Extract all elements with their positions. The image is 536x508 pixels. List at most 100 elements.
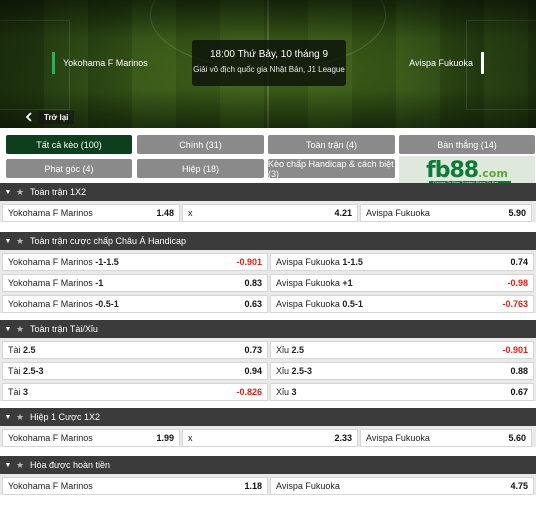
- selection-label: Yokohama F Marinos -0.5-1: [8, 299, 119, 309]
- selection-label: Avispa Fukuoka +1: [276, 278, 353, 288]
- odds-cell-avispa-fukuoka[interactable]: Avispa Fukuoka 0.5-1 -0.763: [270, 295, 534, 313]
- selection-label: Avispa Fukuoka: [276, 481, 340, 491]
- odds-value: -0.98: [507, 278, 528, 288]
- handicap-line: 3: [23, 387, 29, 397]
- handicap-line: 2.5-3: [23, 366, 44, 376]
- odds-value: 1.18: [244, 481, 262, 491]
- star-icon[interactable]: ★: [14, 460, 26, 471]
- fb88-promo-banner[interactable]: fb88.com Games To Play Trusted Place To …: [399, 156, 535, 186]
- odds-row: Tài 2.5 0.73 Xỉu 2.5 -0.901: [2, 341, 534, 359]
- odds-row: Yokohama F Marinos -1-1.5 -0.901 Avispa Fu…: [2, 253, 534, 271]
- tab-all-markets[interactable]: Tất cả kèo (100): [6, 135, 132, 154]
- odds-cell-yokohama-f-marinos[interactable]: Yokohama F Marinos 1.48: [2, 204, 180, 222]
- odds-row: Tài 2.5-3 0.94 Xỉu 2.5-3 0.88: [2, 362, 534, 380]
- odds-cell-yokohama-f-marinos[interactable]: Yokohama F Marinos 1.18: [2, 477, 268, 495]
- market-title: Toàn trận Tài/Xỉu: [30, 324, 98, 334]
- odds-value: 4.75: [510, 481, 528, 491]
- tab-goals[interactable]: Bàn thắng (14): [399, 135, 535, 154]
- odds-cell-xiu[interactable]: Xỉu 2.5-3 0.88: [270, 362, 534, 380]
- tab-handicap[interactable]: Kèo chấp Handicap & cách biệt (3): [268, 159, 395, 179]
- tab-main[interactable]: Chính (31): [137, 135, 264, 154]
- odds-cell-yokohama-f-marinos[interactable]: Yokohama F Marinos -1 0.83: [2, 274, 268, 292]
- star-icon[interactable]: ★: [14, 412, 26, 423]
- market-header[interactable]: ▼ ★ Toàn trận 1X2: [0, 183, 536, 201]
- star-icon[interactable]: ★: [14, 187, 26, 198]
- odds-cell-yokohama-f-marinos[interactable]: Yokohama F Marinos 1.99: [2, 429, 180, 447]
- selection-name: Yokohama F Marinos: [8, 433, 93, 443]
- market-section: ▼ ★ Toàn trận 1X2 Yokohama F Marinos 1.48 x 4.…: [0, 183, 536, 225]
- odds-cell-avispa-fukuoka[interactable]: Avispa Fukuoka 1-1.5 0.74: [270, 253, 534, 271]
- odds-value: 0.63: [244, 299, 262, 309]
- market-section: ▼ ★ Toàn trận Tài/Xỉu Tài 2.5 0.73 Xỉu 2.5 -0.…: [0, 320, 536, 404]
- odds-cell-x[interactable]: x 2.33: [182, 429, 358, 447]
- match-time: 18:00 Thứ Bảy, 10 tháng 9: [209, 49, 329, 60]
- caret-down-icon[interactable]: ▼: [2, 462, 14, 469]
- fb88-logo: fb88.com: [426, 160, 508, 182]
- back-button[interactable]: Trở lại: [22, 110, 75, 124]
- odds-value: 0.94: [244, 366, 262, 376]
- caret-down-icon[interactable]: ▼: [2, 189, 14, 196]
- market-header[interactable]: ▼ ★ Hòa được hoàn tiền: [0, 456, 536, 474]
- odds-value: -0.901: [502, 345, 528, 355]
- odds-row: Yokohama F Marinos -1 0.83 Avispa Fukuoka …: [2, 274, 534, 292]
- handicap-line: -1-1.5: [95, 257, 119, 267]
- market-rows: Yokohama F Marinos 1.48 x 4.21 Avispa Fukuok…: [0, 201, 536, 222]
- odds-row: Yokohama F Marinos 1.18 Avispa Fukuoka 4.75: [2, 477, 534, 495]
- odds-value: 0.88: [510, 366, 528, 376]
- odds-cell-tai[interactable]: Tài 2.5 0.73: [2, 341, 268, 359]
- odds-value: -0.826: [236, 387, 262, 397]
- selection-label: Tài 3: [8, 387, 28, 397]
- selection-label: Avispa Fukuoka 1-1.5: [276, 257, 363, 267]
- star-icon[interactable]: ★: [14, 324, 26, 335]
- odds-cell-avispa-fukuoka[interactable]: Avispa Fukuoka +1 -0.98: [270, 274, 534, 292]
- odds-cell-xiu[interactable]: Xỉu 3 0.67: [270, 383, 534, 401]
- odds-cell-avispa-fukuoka[interactable]: Avispa Fukuoka 5.60: [360, 429, 532, 447]
- odds-cell-x[interactable]: x 4.21: [182, 204, 358, 222]
- market-header[interactable]: ▼ ★ Toàn trận cược chấp Châu Á Handicap: [0, 232, 536, 250]
- selection-label: Yokohama F Marinos: [8, 208, 93, 218]
- odds-value: 0.73: [244, 345, 262, 355]
- odds-cell-tai[interactable]: Tài 2.5-3 0.94: [2, 362, 268, 380]
- selection-name: Avispa Fukuoka: [276, 299, 340, 309]
- selection-label: Avispa Fukuoka 0.5-1: [276, 299, 363, 309]
- market-header[interactable]: ▼ ★ Toàn trận Tài/Xỉu: [0, 320, 536, 338]
- selection-name: x: [188, 208, 193, 218]
- fb88-logo-suffix: .com: [478, 167, 508, 180]
- tab-full-match[interactable]: Toàn trận (4): [268, 135, 395, 154]
- odds-cell-yokohama-f-marinos[interactable]: Yokohama F Marinos -1-1.5 -0.901: [2, 253, 268, 271]
- market-title: Hiệp 1 Cược 1X2: [30, 412, 100, 422]
- odds-value: 4.21: [334, 208, 352, 218]
- market-header[interactable]: ▼ ★ Hiệp 1 Cược 1X2: [0, 408, 536, 426]
- caret-down-icon[interactable]: ▼: [2, 238, 14, 245]
- tab-halves[interactable]: Hiệp (18): [137, 159, 264, 178]
- market-rows: Yokohama F Marinos 1.99 x 2.33 Avispa Fukuok…: [0, 426, 536, 447]
- odds-cell-yokohama-f-marinos[interactable]: Yokohama F Marinos -0.5-1 0.63: [2, 295, 268, 313]
- star-icon[interactable]: ★: [14, 236, 26, 247]
- selection-name: Xỉu: [276, 387, 290, 397]
- selection-label: Yokohama F Marinos -1: [8, 278, 103, 288]
- handicap-line: 0.5-1: [342, 299, 363, 309]
- odds-cell-avispa-fukuoka[interactable]: Avispa Fukuoka 5.90: [360, 204, 532, 222]
- market-rows: Tài 2.5 0.73 Xỉu 2.5 -0.901 Tài 2.5-3 0.94 Xỉu…: [0, 338, 536, 401]
- odds-value: 0.67: [510, 387, 528, 397]
- selection-label: Yokohama F Marinos -1-1.5: [8, 257, 119, 267]
- selection-name: Tài: [8, 387, 21, 397]
- odds-cell-avispa-fukuoka[interactable]: Avispa Fukuoka 4.75: [270, 477, 534, 495]
- selection-label: Avispa Fukuoka: [366, 433, 430, 443]
- selection-name: Avispa Fukuoka: [276, 481, 340, 491]
- handicap-line: 1-1.5: [342, 257, 363, 267]
- odds-value: 1.48: [156, 208, 174, 218]
- match-header: Yokohama F Marinos 18:00 Thứ Bảy, 10 thá…: [0, 0, 536, 128]
- odds-cell-xiu[interactable]: Xỉu 2.5 -0.901: [270, 341, 534, 359]
- away-team-name: Avispa Fukuoka: [409, 52, 484, 74]
- caret-down-icon[interactable]: ▼: [2, 326, 14, 333]
- odds-cell-tai[interactable]: Tài 3 -0.826: [2, 383, 268, 401]
- selection-name: Yokohama F Marinos: [8, 257, 93, 267]
- odds-value: -0.763: [502, 299, 528, 309]
- market-section: ▼ ★ Toàn trận cược chấp Châu Á Handicap Yok…: [0, 232, 536, 316]
- handicap-line: +1: [342, 278, 353, 288]
- caret-down-icon[interactable]: ▼: [2, 414, 14, 421]
- selection-name: Yokohama F Marinos: [8, 208, 93, 218]
- tab-corners[interactable]: Phạt góc (4): [6, 159, 132, 178]
- selection-label: Xỉu 2.5: [276, 345, 304, 355]
